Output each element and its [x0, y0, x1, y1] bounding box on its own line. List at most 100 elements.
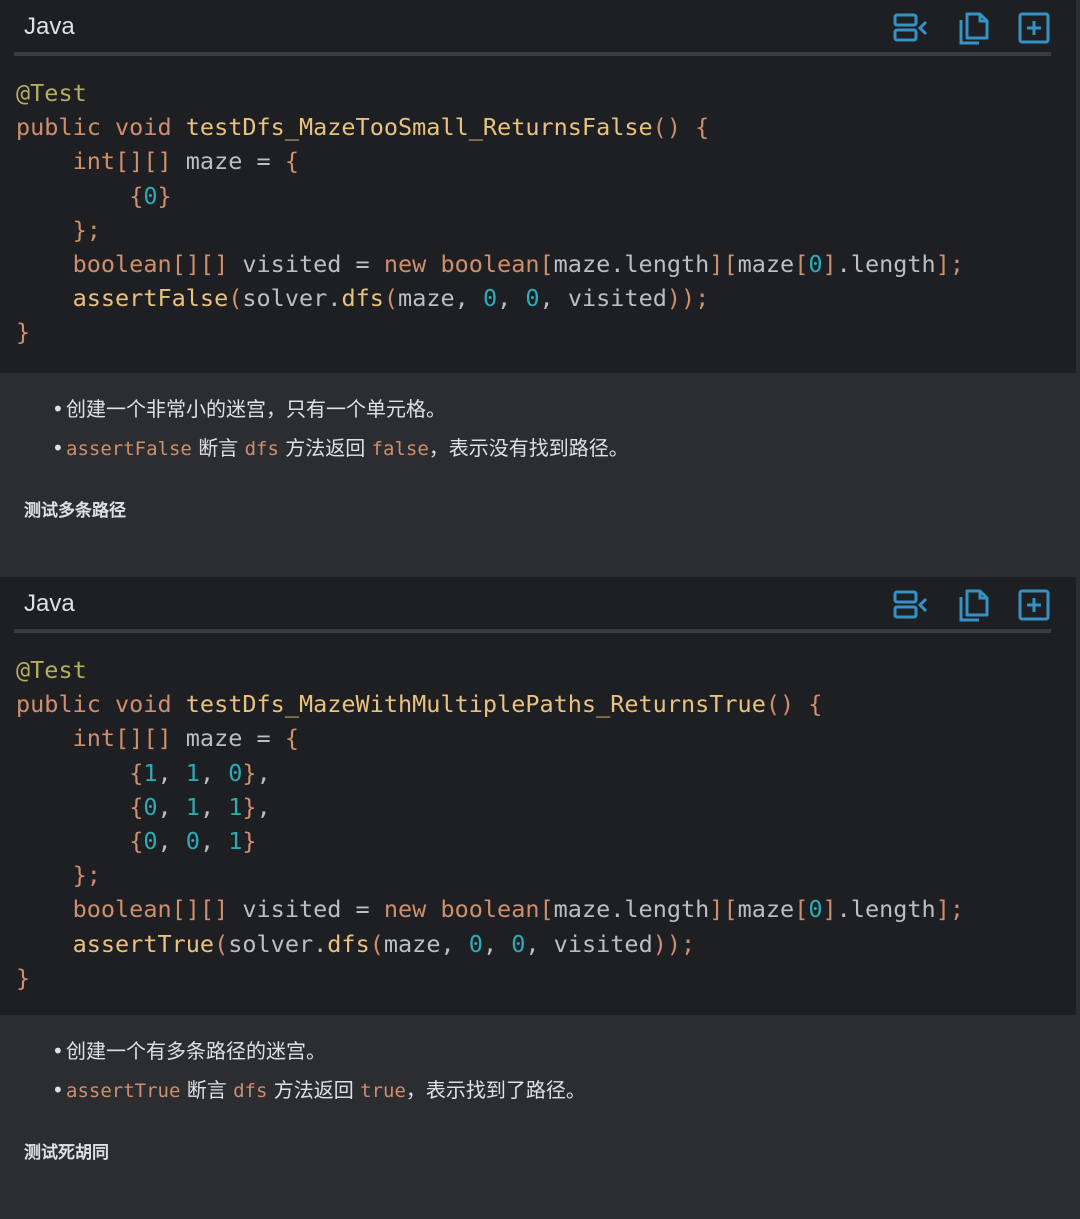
code-line: } — [16, 315, 964, 349]
code-token: } — [16, 318, 31, 347]
code-line: @Test — [16, 76, 964, 110]
code-token: maze, — [383, 929, 469, 958]
code-token: solver. — [242, 284, 342, 313]
code-token: @Test — [16, 656, 87, 684]
code-line: {0, 1, 1}, — [16, 790, 964, 824]
code-line: assertTrue(solver.dfs(maze, 0, 0, visite… — [16, 927, 964, 961]
list-item: • 创建一个非常小的迷宫，只有一个单元格。 — [52, 393, 446, 422]
code-token: 0 — [143, 826, 158, 855]
code-token: maze, — [398, 284, 483, 313]
code-token: maze — [737, 249, 795, 278]
language-label: Java — [24, 590, 75, 617]
code-token: , visited — [525, 929, 653, 958]
bullet-text: 断言 — [191, 436, 245, 460]
copy-button[interactable] — [956, 11, 992, 45]
code-token: [ — [794, 249, 809, 278]
code-token: [ — [539, 249, 554, 278]
code-token: testDfs_MazeWithMultiplePaths_ReturnsTru… — [185, 690, 766, 719]
header-divider — [14, 52, 1051, 56]
code-token: { — [284, 724, 299, 753]
code-line: public void testDfs_MazeWithMultiplePath… — [16, 687, 964, 721]
insert-at-caret-button[interactable] — [892, 588, 928, 622]
code-token: int[][] — [72, 724, 186, 753]
bullet-text: ，表示没有找到路径。 — [428, 436, 629, 460]
code-token: ] — [822, 895, 837, 924]
bullet-dot: • — [52, 1078, 64, 1102]
code-token: new boolean — [383, 249, 540, 278]
bullet-text: 创建一个非常小的迷宫，只有一个单元格。 — [66, 397, 446, 421]
code-content: @Test public void testDfs_MazeWithMultipl… — [16, 653, 964, 995]
code-token: }; — [72, 215, 101, 244]
code-token: , — [157, 792, 186, 821]
bullet-dot: • — [52, 1039, 64, 1063]
code-token: ( — [383, 284, 399, 313]
code-token: 0 — [228, 758, 243, 787]
code-token: , visited — [539, 284, 667, 313]
code-token: testDfs_MazeTooSmall_ReturnsFalse — [185, 113, 653, 142]
inline-code: assertTrue — [66, 1080, 181, 1102]
code-token: @Test — [16, 79, 87, 107]
header-divider — [14, 629, 1051, 633]
new-file-icon — [1018, 12, 1050, 44]
code-token: 0 — [511, 929, 526, 958]
new-file-button[interactable] — [1016, 588, 1052, 622]
insert-at-caret-icon — [893, 590, 928, 619]
code-token: maze.length — [553, 895, 710, 924]
copy-button[interactable] — [956, 588, 992, 622]
new-file-button[interactable] — [1016, 11, 1052, 45]
code-line: {0} — [16, 179, 964, 213]
code-token: 0 — [143, 792, 158, 821]
code-token: 1 — [143, 758, 158, 787]
code-token: new boolean — [383, 895, 540, 924]
code-token: 0 — [482, 284, 498, 313]
code-token: .length — [836, 249, 936, 278]
code-token: dfs — [341, 284, 384, 313]
code-line: }; — [16, 213, 964, 247]
code-token: 1 — [185, 758, 200, 787]
list-item: • 创建一个有多条路径的迷宫。 — [52, 1035, 326, 1064]
code-token: 0 — [185, 826, 200, 855]
code-line: {1, 1, 0}, — [16, 756, 964, 790]
code-token: } — [242, 792, 257, 821]
explanation-1: • 创建一个非常小的迷宫，只有一个单元格。 • assertFalse 断言 dfs… — [0, 373, 1080, 577]
code-token: 1 — [185, 792, 200, 821]
inline-code: dfs — [233, 1080, 268, 1102]
code-token: 0 — [808, 895, 823, 924]
code-token: assertTrue — [72, 929, 215, 958]
code-token: , — [157, 826, 186, 855]
code-token: ( — [214, 929, 229, 958]
code-token: ]; — [935, 249, 964, 278]
code-token: dfs — [327, 929, 370, 958]
code-token: , — [199, 792, 229, 821]
code-token: () { — [652, 113, 710, 142]
code-token: }; — [72, 861, 101, 890]
code-token: )); — [652, 929, 696, 958]
code-token: { — [129, 181, 144, 210]
code-line: public void testDfs_MazeTooSmall_Returns… — [16, 110, 964, 144]
code-line: } — [16, 961, 964, 995]
language-label: Java — [24, 13, 75, 40]
explanation-2: • 创建一个有多条路径的迷宫。 • assertTrue 断言 dfs 方法返回 t… — [0, 1015, 1080, 1219]
code-line: boolean[][] visited = new boolean[maze.l… — [16, 247, 964, 281]
code-block-2: Java @Test public void testDfs_MazeWithM… — [0, 577, 1076, 1015]
code-token: ] — [822, 249, 837, 278]
section-heading: 测试多条路径 — [24, 501, 126, 521]
code-token: , — [256, 792, 271, 821]
code-token: 0 — [525, 284, 540, 313]
code-token: 1 — [228, 792, 243, 821]
inline-code: false — [371, 438, 429, 460]
code-line: }; — [16, 858, 964, 892]
insert-at-caret-icon — [893, 13, 928, 42]
inline-code: dfs — [244, 438, 279, 460]
code-line: assertFalse(solver.dfs(maze, 0, 0, visit… — [16, 281, 964, 315]
inline-code: assertFalse — [66, 438, 192, 460]
insert-at-caret-button[interactable] — [892, 11, 928, 45]
bullet-dot: • — [52, 436, 64, 460]
code-token: 1 — [228, 826, 243, 855]
code-token: { — [129, 792, 144, 821]
